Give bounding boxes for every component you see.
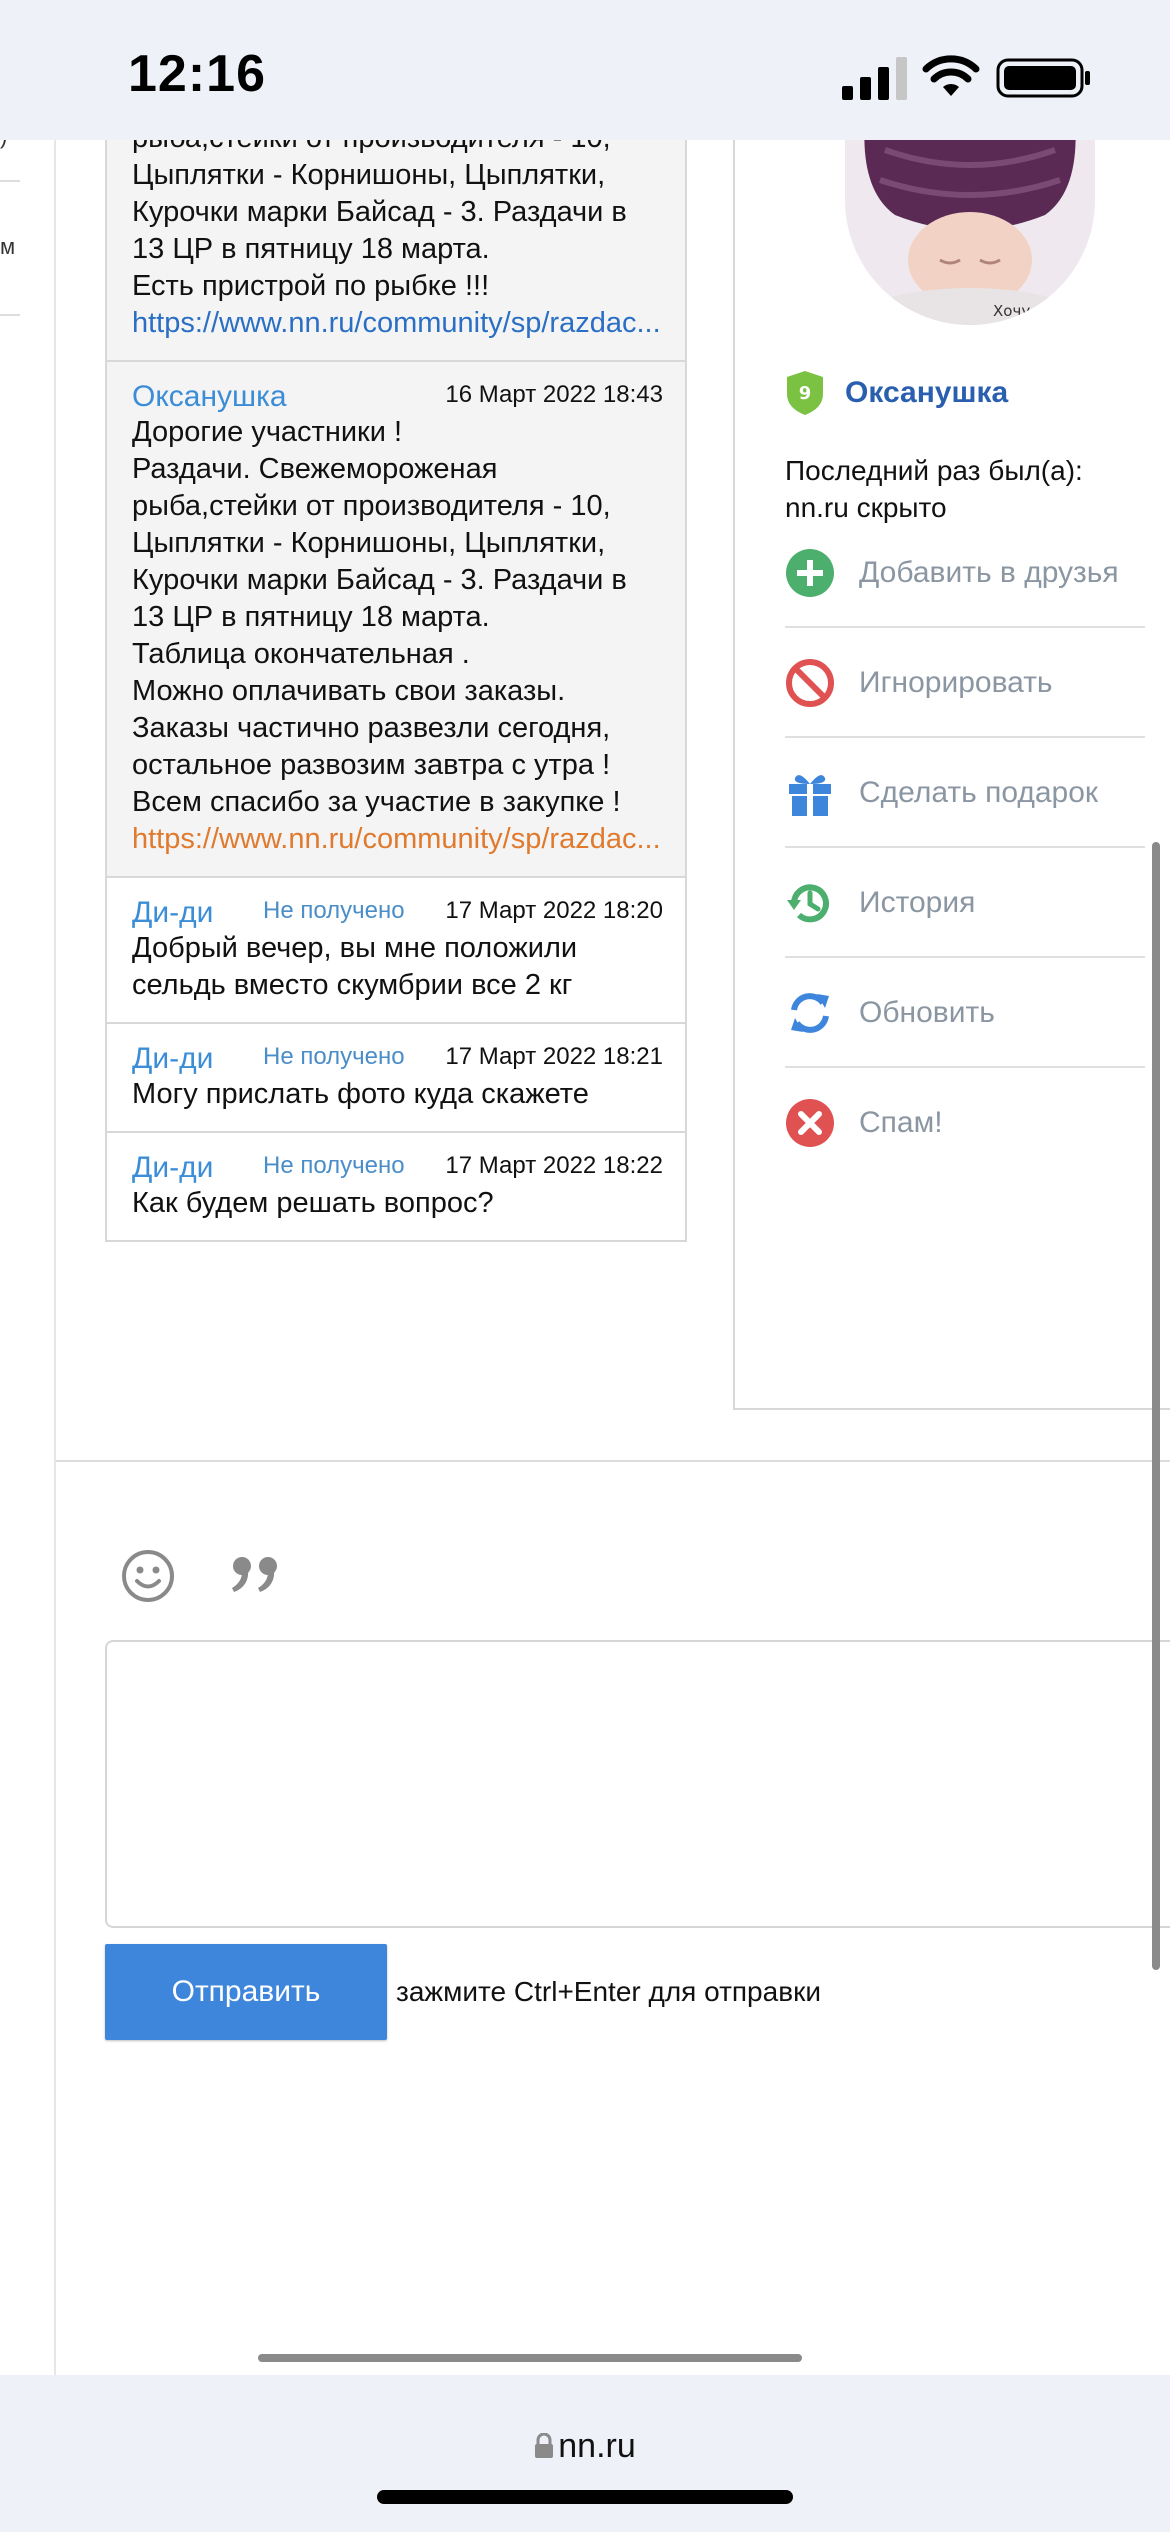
refresh-label: Обновить	[859, 996, 995, 1029]
left-fragment-2: м	[0, 234, 16, 259]
message-link[interactable]: https://www.nn.ru/community/sp/razdac...	[132, 305, 663, 342]
url-text: nn.ru	[558, 2427, 636, 2465]
avatar-caption: Хочу л	[993, 302, 1045, 320]
message-date: 16 Март 2022 18:43	[445, 381, 663, 408]
left-fragment-1: )	[0, 140, 7, 150]
add-friend-label: Добавить в друзья	[859, 556, 1119, 589]
refresh-button[interactable]: Обновить	[785, 958, 1145, 1068]
status-bar: 12:16	[0, 0, 1170, 140]
profile-actions: Добавить в друзья Игнорировать Сделать п…	[785, 518, 1145, 1176]
message-link[interactable]: https://www.nn.ru/community/sp/razdac...	[132, 821, 663, 858]
spam-button[interactable]: Спам!	[785, 1068, 1145, 1176]
spam-label: Спам!	[859, 1106, 943, 1139]
message-item: Ди-ди Не получено 17 Март 2022 18:20 Доб…	[107, 876, 685, 1022]
message-textarea[interactable]	[105, 1640, 1170, 1928]
lock-icon	[535, 2433, 554, 2458]
message-body: Дорогие участники ! Раздачи. Свежемороже…	[132, 416, 627, 818]
page-scrollbar[interactable]	[1152, 842, 1160, 1970]
gift-label: Сделать подарок	[859, 776, 1099, 809]
spam-icon	[786, 1099, 834, 1147]
level-shield-icon: 9	[787, 371, 823, 415]
last-seen: Последний раз был(а): nn.ru скрыто	[785, 455, 1083, 523]
message-date: 17 Март 2022 18:22	[445, 1152, 663, 1179]
profile-name[interactable]: Оксанушка	[845, 376, 1008, 410]
status-time: 12:16	[128, 45, 266, 103]
message-author[interactable]: Ди-ди	[132, 894, 213, 931]
profile-panel: Хочу л 9 Оксанушка Последний раз был(а):…	[733, 140, 1170, 1410]
message-author[interactable]: Ди-ди	[132, 1149, 213, 1186]
left-column-border	[54, 140, 56, 2375]
emoji-icon[interactable]	[120, 1548, 176, 1604]
message-body: Добрый вечер, вы мне положили сельдь вме…	[132, 932, 578, 1001]
ignore-button[interactable]: Игнорировать	[785, 628, 1145, 738]
message-item: Оксанушка 16 Март 2022 18:43 Дорогие уча…	[107, 360, 685, 876]
history-icon	[787, 884, 829, 923]
block-icon	[786, 659, 834, 707]
add-friend-icon	[786, 549, 834, 597]
add-friend-button[interactable]: Добавить в друзья	[785, 518, 1145, 628]
level-number: 9	[799, 383, 812, 404]
message-list: рыба,стейки от производителя - 10, Цыпля…	[105, 140, 687, 1242]
message-status: Не получено	[263, 1043, 405, 1070]
quote-icon[interactable]	[228, 1548, 284, 1604]
message-status: Не получено	[263, 1152, 405, 1179]
message-date: 17 Март 2022 18:20	[445, 897, 663, 924]
wifi-icon	[922, 55, 980, 96]
message-date: 17 Март 2022 18:21	[445, 1043, 663, 1070]
left-divider	[0, 314, 20, 316]
message-author[interactable]: Оксанушка	[132, 378, 287, 415]
cellular-signal-icon	[842, 57, 907, 100]
message-body: Могу прислать фото куда скажете	[132, 1078, 589, 1110]
horizontal-scroll-indicator	[258, 2354, 802, 2362]
section-divider	[56, 1460, 1170, 1462]
message-item: Ди-ди Не получено 17 Март 2022 18:22 Как…	[107, 1131, 685, 1240]
history-label: История	[859, 886, 976, 919]
message-item: рыба,стейки от производителя - 10, Цыпля…	[107, 140, 685, 360]
battery-icon	[996, 58, 1090, 98]
browser-address-bar[interactable]: nn.ru	[0, 2375, 1170, 2532]
ignore-label: Игнорировать	[859, 666, 1053, 699]
home-indicator[interactable]	[377, 2490, 793, 2504]
message-status: Не получено	[263, 897, 405, 924]
message-author[interactable]: Ди-ди	[132, 1040, 213, 1077]
avatar[interactable]: Хочу л	[845, 140, 1095, 325]
message-body: рыба,стейки от производителя - 10, Цыпля…	[132, 140, 627, 302]
gift-icon	[789, 775, 831, 816]
url-display[interactable]: nn.ru	[0, 2427, 1170, 2466]
page-content: ) м рыба,стейки от производителя - 10, Ц…	[0, 140, 1170, 2375]
history-button[interactable]: История	[785, 848, 1145, 958]
message-item: Ди-ди Не получено 17 Март 2022 18:21 Мог…	[107, 1022, 685, 1131]
send-hint: зажмите Ctrl+Enter для отправки	[396, 1976, 821, 2007]
left-divider	[0, 180, 20, 182]
gift-button[interactable]: Сделать подарок	[785, 738, 1145, 848]
refresh-icon	[791, 993, 829, 1033]
message-body: Как будем решать вопрос?	[132, 1187, 494, 1219]
status-icons	[840, 50, 1170, 110]
send-button[interactable]: Отправить	[105, 1944, 387, 2040]
